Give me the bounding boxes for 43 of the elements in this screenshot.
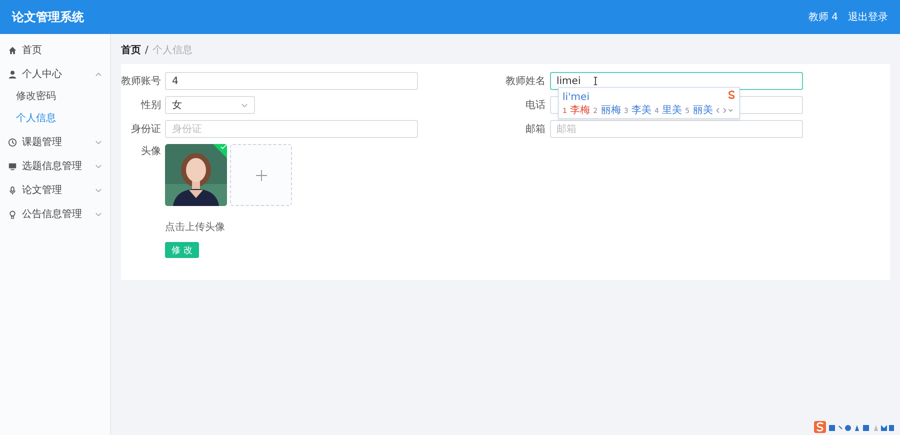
chevron-down-icon [95,188,102,192]
field-label: 身份证 [130,123,161,136]
pinyin-text: li'mei [562,92,590,104]
home-icon [8,46,17,54]
gender-select[interactable]: 女 [165,96,255,114]
breadcrumb-link[interactable]: 首页 [121,43,141,57]
chevron-down-icon [241,102,248,108]
chevron-down-icon [95,140,102,144]
sidebar-item[interactable]: 选题信息管理 [0,154,110,178]
logout-link[interactable]: 退出登录 [848,10,888,24]
input-field[interactable]: 4 [165,72,418,90]
sidebar-item[interactable]: 公告信息管理 [0,202,110,226]
chevron-up-icon [95,72,102,76]
lightbulb-icon [8,210,17,218]
field-label: 性别 [140,98,161,112]
chevron-down-icon [95,212,102,216]
user-name: 教师 4 [808,11,838,24]
input-field[interactable]: 邮箱 [550,120,802,138]
plus-icon [256,170,266,180]
microphone-icon [8,186,17,194]
text-cursor-icon [592,76,598,86]
page-arrows-icon [716,107,734,114]
sidebar-item[interactable]: 课题管理 [0,130,110,154]
sidebar-subitem[interactable]: 修改密码 [0,86,110,108]
field-label: 电话 [524,98,546,112]
sidebar-item[interactable]: 论文管理 [0,178,110,202]
field-label: 教师姓名 [506,75,546,88]
sidebar-item[interactable]: 首页 [0,38,110,62]
clock-icon [8,138,17,146]
monitor-icon [8,162,17,170]
field-label: 教师账号 [121,74,161,88]
input-field[interactable]: 身份证 [165,120,418,138]
avatar-thumbnail[interactable] [165,144,227,206]
breadcrumb-separator: / [145,44,148,56]
sidebar-item[interactable]: 个人中心 [0,62,110,86]
chevron-down-icon [95,164,102,168]
user-icon [8,70,17,78]
field-label: 头像 [140,144,161,158]
field-label: 邮箱 [524,122,546,136]
upload-hint: 点击上传头像 [165,220,226,234]
sidebar-subitem[interactable]: 个人信息 [0,108,110,130]
ime-logo-icon [726,90,736,99]
app-title: 论文管理系统 [12,8,84,26]
